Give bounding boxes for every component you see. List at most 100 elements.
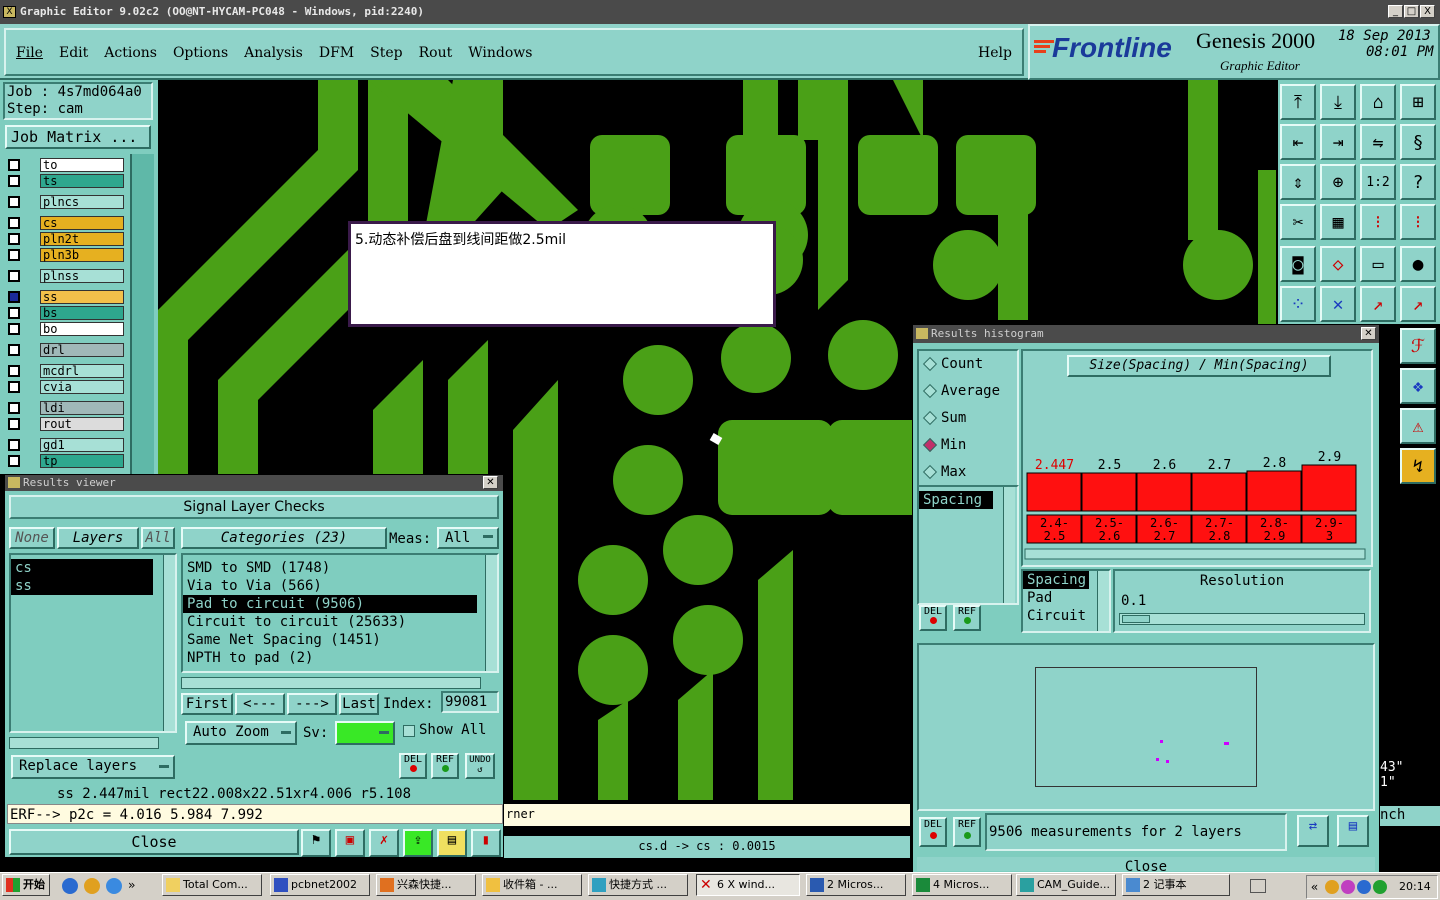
- meas-select[interactable]: All: [437, 527, 499, 549]
- layer-row-mcdrl[interactable]: mcdrl: [8, 364, 124, 378]
- sv-select[interactable]: [335, 721, 395, 745]
- undo-button[interactable]: UNDO ↺: [465, 753, 495, 779]
- ref-button[interactable]: REF: [431, 753, 459, 779]
- layer-list-vscroll[interactable]: [163, 555, 175, 731]
- type-list-scroll[interactable]: [1097, 571, 1109, 631]
- layer-list-scrollbar[interactable]: [130, 154, 154, 474]
- menu-help[interactable]: Help: [978, 45, 1012, 61]
- tray-app-icon[interactable]: [1357, 880, 1371, 894]
- tool-chart-icon[interactable]: ▮: [471, 829, 501, 857]
- layer-checkbox[interactable]: [8, 402, 20, 414]
- minimize-button[interactable]: _: [1388, 5, 1403, 18]
- auto-zoom-select[interactable]: Auto Zoom: [185, 721, 297, 745]
- mode-count[interactable]: Count: [919, 351, 1017, 378]
- tray-app-icon[interactable]: [1341, 880, 1355, 894]
- menu-options[interactable]: Options: [173, 45, 228, 61]
- zoom-profile-icon[interactable]: ⌂: [1360, 84, 1396, 120]
- connect-alt-icon[interactable]: ↗: [1400, 286, 1436, 322]
- task-xingsen[interactable]: 兴森快捷...: [376, 874, 476, 896]
- ie-icon[interactable]: [62, 878, 78, 894]
- zoom-area-icon[interactable]: ⊕: [1320, 164, 1356, 200]
- layer-checkbox[interactable]: [8, 159, 20, 171]
- task-total-commander[interactable]: Total Com...: [162, 874, 262, 896]
- layer-checkbox[interactable]: [8, 270, 20, 282]
- layer-checkbox[interactable]: [8, 233, 20, 245]
- slider-thumb[interactable]: [1122, 615, 1150, 623]
- tray-app-icon[interactable]: [1373, 880, 1387, 894]
- measure-list-scroll[interactable]: [1003, 487, 1015, 603]
- layer-checkbox[interactable]: [8, 381, 20, 393]
- hist-del-button[interactable]: DEL: [919, 605, 947, 631]
- layer-checkbox[interactable]: [8, 439, 20, 451]
- layer-row-tp[interactable]: tp: [8, 454, 124, 468]
- layers-none-button[interactable]: None: [9, 527, 55, 549]
- category-list-hscroll[interactable]: [181, 677, 481, 689]
- layers-all-button[interactable]: All: [141, 527, 175, 549]
- mode-max[interactable]: Max: [919, 459, 1017, 486]
- route-icon[interactable]: ↯: [1400, 448, 1436, 484]
- category-item-selected[interactable]: Pad to circuit (9506): [183, 595, 477, 613]
- scale-1to2-icon[interactable]: 1:2: [1360, 164, 1396, 200]
- snap-icon[interactable]: ⁝: [1360, 204, 1396, 240]
- grid-icon[interactable]: ▦: [1320, 204, 1356, 240]
- browser-icon[interactable]: [106, 878, 122, 894]
- measure-icon[interactable]: ✂: [1280, 204, 1316, 240]
- tool-image-icon[interactable]: ▣: [335, 829, 365, 857]
- preview-ref-button[interactable]: REF: [953, 817, 981, 847]
- pan-left-icon[interactable]: ⇤: [1280, 124, 1316, 160]
- layer-checkbox[interactable]: [8, 196, 20, 208]
- tray-app-icon[interactable]: [1325, 880, 1339, 894]
- task-word[interactable]: 2 Micros...: [806, 874, 906, 896]
- layer-row-to[interactable]: to: [8, 158, 124, 172]
- maximize-button[interactable]: □: [1404, 5, 1419, 18]
- category-item[interactable]: Circuit to circuit (25633): [183, 613, 477, 631]
- layer-checkbox[interactable]: [8, 307, 20, 319]
- task-x-windows[interactable]: ✕ 6 X wind...: [696, 874, 800, 896]
- layer-row-ss[interactable]: ss: [8, 290, 124, 304]
- task-inbox[interactable]: 收件箱 - ...: [482, 874, 582, 896]
- prev-button[interactable]: <---: [235, 693, 285, 715]
- pan-right-icon[interactable]: ⇥: [1320, 124, 1356, 160]
- measure-item-spacing[interactable]: Spacing: [919, 491, 993, 509]
- help-icon[interactable]: ?: [1400, 164, 1436, 200]
- del-button[interactable]: DEL: [399, 753, 427, 779]
- menu-step[interactable]: Step: [370, 45, 402, 61]
- result-layer-ss[interactable]: ss: [11, 577, 153, 595]
- replace-layers-select[interactable]: Replace layers: [11, 755, 175, 779]
- next-button[interactable]: --->: [287, 693, 337, 715]
- cross-icon[interactable]: ✕: [1320, 286, 1356, 322]
- layer-checkbox[interactable]: [8, 365, 20, 377]
- drill-icon[interactable]: ●: [1400, 246, 1436, 282]
- layer-row-cvia[interactable]: cvia: [8, 380, 124, 394]
- categories-button[interactable]: Categories (23): [181, 527, 387, 549]
- mirror-icon[interactable]: ⇋: [1360, 124, 1396, 160]
- tray-expand-icon[interactable]: «: [1311, 880, 1318, 894]
- snap-off-icon[interactable]: ⁝: [1400, 204, 1436, 240]
- type-item-spacing[interactable]: Spacing: [1023, 571, 1089, 589]
- histogram-bar[interactable]: [1081, 472, 1137, 512]
- category-item[interactable]: SMD to SMD (1748): [183, 559, 477, 577]
- layer-list-hscroll[interactable]: [9, 737, 159, 749]
- layers-button[interactable]: Layers: [57, 527, 139, 549]
- layer-row-plnss[interactable]: plnss: [8, 269, 124, 283]
- task-excel[interactable]: 4 Micros...: [912, 874, 1012, 896]
- layer-row-cs[interactable]: cs: [8, 216, 124, 230]
- zoom-in-icon[interactable]: ⇕: [1280, 164, 1316, 200]
- layer-checkbox[interactable]: [8, 249, 20, 261]
- menu-edit[interactable]: Edit: [59, 45, 88, 61]
- shapes-icon[interactable]: ❖: [1400, 368, 1436, 404]
- window-split-icon[interactable]: ⊞: [1400, 84, 1436, 120]
- warning-icon[interactable]: ⚠: [1400, 408, 1436, 444]
- category-item[interactable]: Same Net Spacing (1451): [183, 631, 477, 649]
- rotate-icon[interactable]: §: [1400, 124, 1436, 160]
- last-button[interactable]: Last: [339, 693, 379, 715]
- net-icon[interactable]: ⁘: [1280, 286, 1316, 322]
- menu-dfm[interactable]: DFM: [319, 45, 354, 61]
- layer-checkbox[interactable]: [8, 455, 20, 467]
- hist-close-button[interactable]: Close: [917, 857, 1375, 871]
- mode-average[interactable]: Average: [919, 378, 1017, 405]
- zoom-home-icon[interactable]: ⤒: [1280, 84, 1316, 120]
- menu-rout[interactable]: Rout: [419, 45, 453, 61]
- layer-row-bo[interactable]: bo: [8, 322, 124, 336]
- export-icon[interactable]: ⇄: [1297, 815, 1329, 847]
